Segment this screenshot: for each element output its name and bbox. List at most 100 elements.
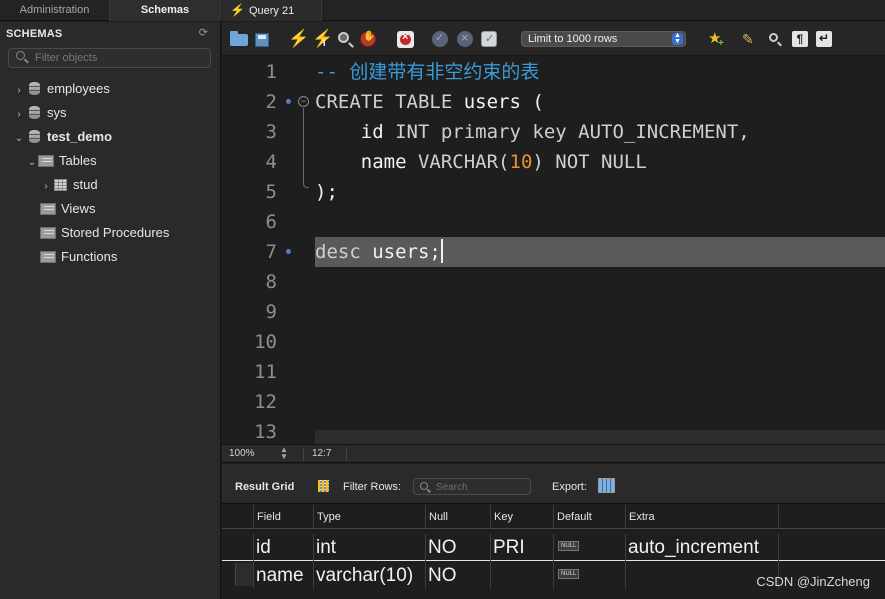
invisible-chars-icon[interactable]: ¶ bbox=[792, 31, 808, 47]
chevron-down-icon[interactable]: ⌄ bbox=[13, 128, 25, 150]
query-toolbar: ⚡ ⚡ Limit to 1000 rows ▲▼ ★ ✎ ¶ ↵ bbox=[222, 22, 885, 56]
tree-label: Functions bbox=[61, 249, 118, 264]
column-header[interactable]: Default bbox=[553, 505, 625, 529]
commit-icon[interactable] bbox=[432, 31, 448, 47]
editor-horizontal-scrollbar[interactable] bbox=[315, 430, 885, 444]
line-number: 13 bbox=[254, 421, 277, 443]
folder-icon bbox=[40, 202, 56, 215]
schema-sys[interactable]: › sys bbox=[13, 102, 66, 126]
code-line-1: -- 创建带有非空约束的表 bbox=[315, 57, 539, 87]
column-header[interactable]: Type bbox=[313, 505, 425, 529]
column-header[interactable]: Null bbox=[425, 505, 490, 529]
database-icon bbox=[29, 82, 40, 96]
statement-marker-icon bbox=[286, 249, 291, 254]
grid-cell[interactable] bbox=[490, 562, 553, 589]
line-number: 9 bbox=[265, 301, 277, 323]
fold-collapse-icon[interactable]: − bbox=[298, 96, 309, 107]
execute-icon[interactable]: ⚡ bbox=[288, 30, 309, 48]
sql-identifier: users; bbox=[372, 241, 441, 263]
export-icon[interactable] bbox=[598, 478, 615, 493]
rollback-icon[interactable] bbox=[457, 30, 473, 47]
autocommit-icon[interactable] bbox=[481, 31, 497, 47]
beautify-icon[interactable]: ✎ bbox=[742, 30, 760, 48]
sql-identifier: name bbox=[360, 151, 407, 173]
save-icon[interactable] bbox=[255, 33, 269, 47]
search-icon bbox=[16, 51, 25, 60]
line-number: 12 bbox=[254, 391, 277, 413]
filter-rows-label: Filter Rows: bbox=[343, 481, 402, 493]
schemas-sidebar: SCHEMAS ⟳ › employees › sys ⌄ test_demo ⌄ Ta… bbox=[0, 22, 221, 599]
table-row[interactable]: id int NO PRI NULL auto_increment bbox=[222, 534, 885, 561]
sql-identifier: id bbox=[360, 121, 384, 143]
tree-stored-procedures[interactable]: Stored Procedures bbox=[40, 222, 169, 244]
sql-keyword: CREATE TABLE bbox=[315, 91, 453, 113]
grid-icon[interactable] bbox=[318, 480, 329, 492]
grid-cell[interactable]: NO bbox=[425, 534, 490, 561]
panel-divider[interactable] bbox=[222, 464, 885, 474]
add-snippet-icon[interactable]: ★ bbox=[708, 30, 726, 53]
filter-rows-box[interactable] bbox=[413, 478, 531, 495]
schema-test-demo[interactable]: ⌄ test_demo bbox=[13, 126, 112, 148]
result-grid-tab[interactable]: Result Grid bbox=[235, 481, 294, 493]
grid-cell[interactable]: auto_increment bbox=[625, 534, 779, 561]
sql-keyword: VARCHAR( bbox=[417, 151, 510, 173]
chevron-right-icon[interactable]: › bbox=[40, 176, 52, 198]
column-header[interactable]: Extra bbox=[625, 505, 779, 529]
word-wrap-icon[interactable]: ↵ bbox=[816, 31, 832, 47]
tree-views[interactable]: Views bbox=[40, 198, 95, 220]
filter-rows-input[interactable] bbox=[436, 481, 526, 493]
chevron-right-icon[interactable]: › bbox=[13, 104, 25, 126]
grid-cell[interactable]: PRI bbox=[490, 534, 553, 561]
line-number: 6 bbox=[265, 211, 277, 233]
updown-arrows-icon[interactable]: ▲ ▼ bbox=[280, 446, 288, 461]
filter-objects-input[interactable] bbox=[35, 51, 205, 65]
sql-keyword: INT primary key AUTO_INCREMENT, bbox=[395, 121, 750, 143]
tab-administration[interactable]: Administration bbox=[0, 0, 110, 21]
tree-table-stud[interactable]: › stud bbox=[40, 174, 97, 198]
find-icon[interactable] bbox=[767, 30, 785, 48]
line-number: 8 bbox=[265, 271, 277, 293]
sql-keyword: desc bbox=[315, 241, 361, 263]
code-line-3: id INT primary key AUTO_INCREMENT, bbox=[315, 117, 750, 147]
chevron-right-icon[interactable]: › bbox=[13, 80, 25, 102]
tree-tables[interactable]: ⌄ Tables bbox=[26, 150, 97, 172]
refresh-icon[interactable]: ⟳ bbox=[199, 26, 208, 39]
line-number: 2 bbox=[265, 91, 277, 113]
statement-marker-icon bbox=[286, 99, 291, 104]
grid-cell[interactable]: id bbox=[253, 534, 313, 561]
column-header[interactable]: Key bbox=[490, 505, 553, 529]
chevron-down-icon[interactable]: ⌄ bbox=[26, 152, 38, 174]
sql-editor[interactable]: 1 2 3 4 5 6 7 8 9 10 11 12 13 − -- 创建带有非… bbox=[222, 57, 885, 444]
line-gutter: 1 2 3 4 5 6 7 8 9 10 11 12 13 − bbox=[222, 57, 312, 444]
grid-cell[interactable]: NULL bbox=[553, 562, 625, 589]
grid-cell[interactable]: NO bbox=[425, 562, 490, 589]
stop-icon[interactable] bbox=[360, 31, 376, 47]
top-tab-bar: Administration Schemas ⚡ Query 21 bbox=[0, 0, 885, 21]
limit-rows-select[interactable]: Limit to 1000 rows ▲ ▼ bbox=[521, 31, 686, 47]
code-line-4: name VARCHAR(10) NOT NULL bbox=[315, 147, 647, 177]
schema-employees[interactable]: › employees bbox=[13, 78, 110, 100]
open-folder-icon[interactable] bbox=[230, 31, 248, 46]
schema-label: test_demo bbox=[47, 129, 113, 144]
filter-objects-box[interactable] bbox=[8, 48, 211, 68]
grid-cell[interactable]: name bbox=[253, 562, 313, 589]
null-badge: NULL bbox=[558, 540, 580, 551]
limit-rows-label: Limit to 1000 rows bbox=[528, 33, 618, 45]
execute-statement-icon[interactable]: ⚡ bbox=[312, 30, 333, 53]
folder-icon bbox=[38, 154, 54, 167]
zoom-level[interactable]: 100% bbox=[229, 448, 255, 459]
grid-cell[interactable]: int bbox=[313, 534, 425, 561]
column-header[interactable]: Field bbox=[253, 505, 313, 529]
explain-icon[interactable] bbox=[336, 30, 354, 48]
database-icon bbox=[29, 106, 40, 120]
tree-functions[interactable]: Functions bbox=[40, 246, 117, 268]
grid-cell[interactable]: NULL bbox=[553, 534, 625, 561]
grid-cell[interactable]: varchar(10) bbox=[313, 562, 425, 589]
toggle-error-icon[interactable] bbox=[397, 31, 414, 48]
line-number: 5 bbox=[265, 181, 277, 203]
schema-label: employees bbox=[47, 81, 110, 96]
tab-schemas[interactable]: Schemas bbox=[110, 0, 221, 21]
tree-label: Stored Procedures bbox=[61, 225, 170, 240]
sql-number: 10 bbox=[509, 151, 533, 173]
tab-query[interactable]: ⚡ Query 21 bbox=[222, 0, 322, 21]
